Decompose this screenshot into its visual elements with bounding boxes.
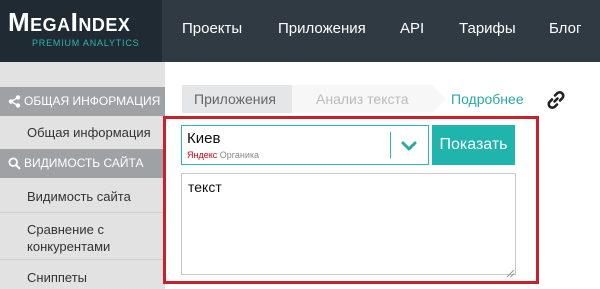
search-icon	[6, 149, 22, 178]
logo[interactable]: MegaIndex PREMIUM ANALYTICS	[0, 0, 162, 62]
nav-item-blog[interactable]: Блог	[549, 20, 581, 37]
main-nav: Проекты Приложения API Тарифы Блог	[162, 0, 600, 62]
sidebar-divider	[0, 259, 165, 260]
link-icon[interactable]	[544, 88, 568, 112]
nav-item-apps[interactable]: Приложения	[278, 20, 366, 37]
region-select[interactable]: Киев Яндекс Органика	[181, 125, 429, 165]
logo-title: MegaIndex	[8, 7, 131, 37]
more-details-link[interactable]: Подробнее	[451, 91, 524, 107]
show-button[interactable]: Показать	[432, 125, 515, 165]
region-source: Яндекс Органика	[187, 150, 259, 160]
sidebar-section-label: ВИДИМОСТЬ САЙТА	[24, 156, 144, 170]
logo-subtitle: PREMIUM ANALYTICS	[32, 38, 140, 48]
sidebar-item-snippets[interactable]: Сниппеты	[0, 269, 165, 286]
breadcrumb-item-apps[interactable]: Приложения	[182, 85, 306, 113]
text-input[interactable]: текст	[181, 173, 516, 275]
nav-item-pricing[interactable]: Тарифы	[459, 20, 516, 37]
nav-item-api[interactable]: API	[400, 20, 424, 37]
sidebar-divider	[0, 212, 165, 213]
sidebar-section-general[interactable]: ОБЩАЯ ИНФОРМАЦИЯ	[0, 87, 165, 116]
share-icon	[6, 87, 22, 116]
chevron-down-icon[interactable]	[397, 134, 421, 158]
top-navigation-bar: MegaIndex PREMIUM ANALYTICS Проекты Прил…	[0, 0, 600, 62]
nav-item-projects[interactable]: Проекты	[182, 20, 242, 37]
sidebar-item-site-visibility[interactable]: Видимость сайта	[0, 188, 165, 205]
breadcrumb-item-text-analysis: Анализ текста	[292, 85, 446, 113]
sidebar: ОБЩАЯ ИНФОРМАЦИЯ Общая информация ВИДИМО…	[0, 62, 165, 289]
resize-handle-icon[interactable]	[506, 265, 515, 278]
select-separator	[390, 132, 391, 158]
region-select-value: Киев	[187, 130, 221, 147]
sidebar-item-competitors[interactable]: Сравнение с конкурентами	[0, 221, 140, 255]
sidebar-item-general-info[interactable]: Общая информация	[0, 124, 165, 141]
sidebar-section-label: ОБЩАЯ ИНФОРМАЦИЯ	[24, 94, 161, 108]
sidebar-section-visibility[interactable]: ВИДИМОСТЬ САЙТА	[0, 149, 165, 178]
region-source-label: Органика	[219, 150, 260, 160]
region-source-brand: Яндекс	[187, 150, 218, 160]
